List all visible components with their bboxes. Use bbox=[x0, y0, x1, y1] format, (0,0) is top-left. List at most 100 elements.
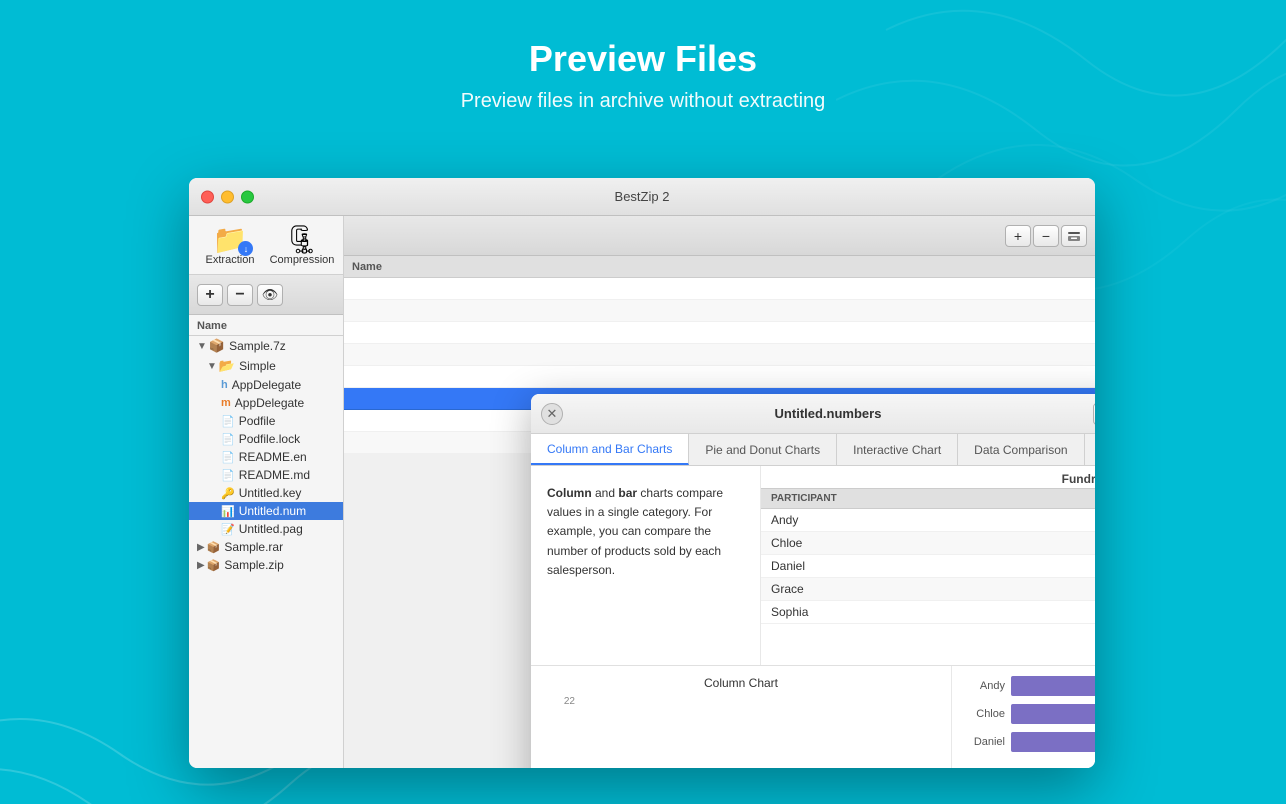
sidebar: 📁 ↓ Extraction 🗜 Compression + − 👁 Name bbox=[189, 216, 344, 768]
right-row-2 bbox=[344, 300, 1095, 322]
file-7z-icon: 📦 bbox=[209, 338, 225, 354]
right-toolbar: + − bbox=[344, 216, 1095, 256]
preview-share-button[interactable] bbox=[1093, 403, 1095, 425]
participant-header: PARTICIPANT bbox=[761, 488, 1095, 509]
expand-arrow-simple: ▼ bbox=[207, 361, 217, 372]
preview-bottom-row: Column Chart 11 17 22 bbox=[531, 666, 1095, 768]
tab-interactive-chart[interactable]: Interactive Chart bbox=[837, 434, 958, 465]
sidebar-toolbar: 📁 ↓ Extraction 🗜 Compression bbox=[189, 216, 343, 275]
participant-daniel: Daniel bbox=[761, 555, 1095, 578]
app-window: BestZip 2 📁 ↓ Extraction 🗜 Compression bbox=[189, 178, 1095, 768]
add-file-button[interactable]: + bbox=[197, 284, 223, 306]
minimize-button[interactable] bbox=[221, 190, 234, 203]
maximize-button[interactable] bbox=[241, 190, 254, 203]
tree-item-label: Sample.7z bbox=[229, 339, 286, 353]
tab-pie-donut-charts[interactable]: Pie and Donut Charts bbox=[689, 434, 837, 465]
hbar-andy-label: Andy bbox=[960, 680, 1005, 692]
tree-label-untitled-pag: Untitled.pag bbox=[239, 522, 303, 536]
expand-rar: ▶ bbox=[197, 542, 205, 553]
tree-label-readme-md: README.md bbox=[239, 468, 310, 482]
preview-tabs: Column and Bar Charts Pie and Donut Char… bbox=[531, 434, 1095, 466]
compression-label: Compression bbox=[270, 254, 335, 266]
view-toggle-button[interactable]: 👁 bbox=[257, 284, 283, 306]
column-chart-area: Column Chart 11 17 22 bbox=[531, 666, 951, 768]
compression-button[interactable]: 🗜 Compression bbox=[268, 222, 336, 270]
chart-wrapper: 11 17 22 11 bbox=[547, 696, 935, 768]
y-axis: 11 17 22 bbox=[547, 696, 575, 768]
extraction-button[interactable]: 📁 ↓ Extraction bbox=[196, 222, 264, 270]
tree-item-sample-rar[interactable]: ▶ 📦 Sample.rar bbox=[189, 538, 343, 556]
tree-label-podfile: Podfile bbox=[239, 414, 276, 428]
folder-simple-icon: 📂 bbox=[219, 358, 235, 374]
chart-title: Column Chart bbox=[704, 676, 778, 690]
toolbar-buttons: + − bbox=[1005, 225, 1087, 247]
right-row-3 bbox=[344, 322, 1095, 344]
tree-item-untitled-num[interactable]: 📊 Untitled.num bbox=[189, 502, 343, 520]
tree-label-appdelegate-h: AppDelegate bbox=[232, 378, 301, 392]
hbar-daniel-fill bbox=[1011, 732, 1095, 752]
hbar-chloe: Chloe bbox=[960, 704, 1095, 724]
rar-file-icon: 📦 bbox=[207, 541, 221, 554]
tree-item-readme-en[interactable]: 📄 README.en bbox=[189, 448, 343, 466]
m-icon: m bbox=[221, 397, 231, 409]
tree-label-untitled-num: Untitled.num bbox=[239, 504, 306, 518]
hbar-andy-fill bbox=[1011, 676, 1095, 696]
close-button[interactable] bbox=[201, 190, 214, 203]
tree-item-podfilelock[interactable]: 📄 Podfile.lock bbox=[189, 430, 343, 448]
hbar-daniel: Daniel bbox=[960, 732, 1095, 752]
name-column-header: Name bbox=[189, 315, 343, 336]
hbar-daniel-label: Daniel bbox=[960, 736, 1005, 748]
archive-icon bbox=[1067, 229, 1081, 243]
archive-toolbar-button[interactable] bbox=[1061, 225, 1087, 247]
tree-item-sample-zip[interactable]: ▶ 📦 Sample.zip bbox=[189, 556, 343, 574]
tree-label-sample-zip: Sample.zip bbox=[224, 558, 283, 572]
podfilelock-icon: 📄 bbox=[221, 433, 235, 446]
tab-column-bar-charts[interactable]: Column and Bar Charts bbox=[531, 434, 689, 465]
window-title: BestZip 2 bbox=[615, 189, 670, 204]
right-row-4 bbox=[344, 344, 1095, 366]
participant-chloe: Chloe bbox=[761, 532, 1095, 555]
preview-title-bar: ✕ Untitled.numbers bbox=[531, 394, 1095, 434]
right-row-5 bbox=[344, 366, 1095, 388]
tree-item-readme-md[interactable]: 📄 README.md bbox=[189, 466, 343, 484]
preview-top-row: Column and bar charts compare values in … bbox=[531, 466, 1095, 666]
remove-toolbar-button[interactable]: − bbox=[1033, 225, 1059, 247]
hbar-chloe-label: Chloe bbox=[960, 708, 1005, 720]
desc-bold-bar: bar bbox=[618, 486, 637, 500]
tree-item-appdelegate-m[interactable]: m AppDelegate bbox=[189, 394, 343, 412]
preview-title: Untitled.numbers bbox=[563, 406, 1093, 421]
remove-file-button[interactable]: − bbox=[227, 284, 253, 306]
tree-item-untitled-pag[interactable]: 📝 Untitled.pag bbox=[189, 520, 343, 538]
fundraiser-heading: Fundraise bbox=[761, 466, 1095, 488]
title-bar: BestZip 2 bbox=[189, 178, 1095, 216]
expand-zip: ▶ bbox=[197, 560, 205, 571]
chart-description: Column and bar charts compare values in … bbox=[531, 466, 761, 665]
extraction-icon-wrapper: 📁 ↓ bbox=[213, 226, 248, 254]
tree-item-untitled-key[interactable]: 🔑 Untitled.key bbox=[189, 484, 343, 502]
readme-md-icon: 📄 bbox=[221, 469, 235, 482]
y-label-22: 22 bbox=[547, 696, 575, 707]
key-file-icon: 🔑 bbox=[221, 487, 235, 500]
preview-content: Column and bar charts compare values in … bbox=[531, 466, 1095, 768]
zip-file-icon: 📦 bbox=[207, 559, 221, 572]
tree-item-sample7z[interactable]: ▼ 📦 Sample.7z bbox=[189, 336, 343, 356]
file-tree: ▼ 📦 Sample.7z ▼ 📂 Simple h AppDelegate bbox=[189, 336, 343, 768]
right-row-1 bbox=[344, 278, 1095, 300]
horizontal-bars-area: Andy Chloe Daniel bbox=[951, 666, 1095, 768]
tree-label-readme-en: README.en bbox=[239, 450, 307, 464]
tree-item-podfile[interactable]: 📄 Podfile bbox=[189, 412, 343, 430]
page-subtitle: Preview files in archive without extract… bbox=[0, 90, 1286, 113]
tree-item-simple[interactable]: ▼ 📂 Simple bbox=[189, 356, 343, 376]
desc-and: and bbox=[592, 486, 619, 500]
right-list-header: Name bbox=[344, 256, 1095, 278]
desc-bold-column: Column bbox=[547, 486, 592, 500]
page-title: Preview Files bbox=[0, 38, 1286, 80]
tree-item-appdelegate-h[interactable]: h AppDelegate bbox=[189, 376, 343, 394]
sidebar-file-toolbar: + − 👁 bbox=[189, 275, 343, 315]
preview-close-button[interactable]: ✕ bbox=[541, 403, 563, 425]
tree-label-podfilelock: Podfile.lock bbox=[239, 432, 300, 446]
tree-label-sample-rar: Sample.rar bbox=[224, 540, 283, 554]
tab-data-comparison[interactable]: Data Comparison bbox=[958, 434, 1084, 465]
add-toolbar-button[interactable]: + bbox=[1005, 225, 1031, 247]
readme-en-icon: 📄 bbox=[221, 451, 235, 464]
